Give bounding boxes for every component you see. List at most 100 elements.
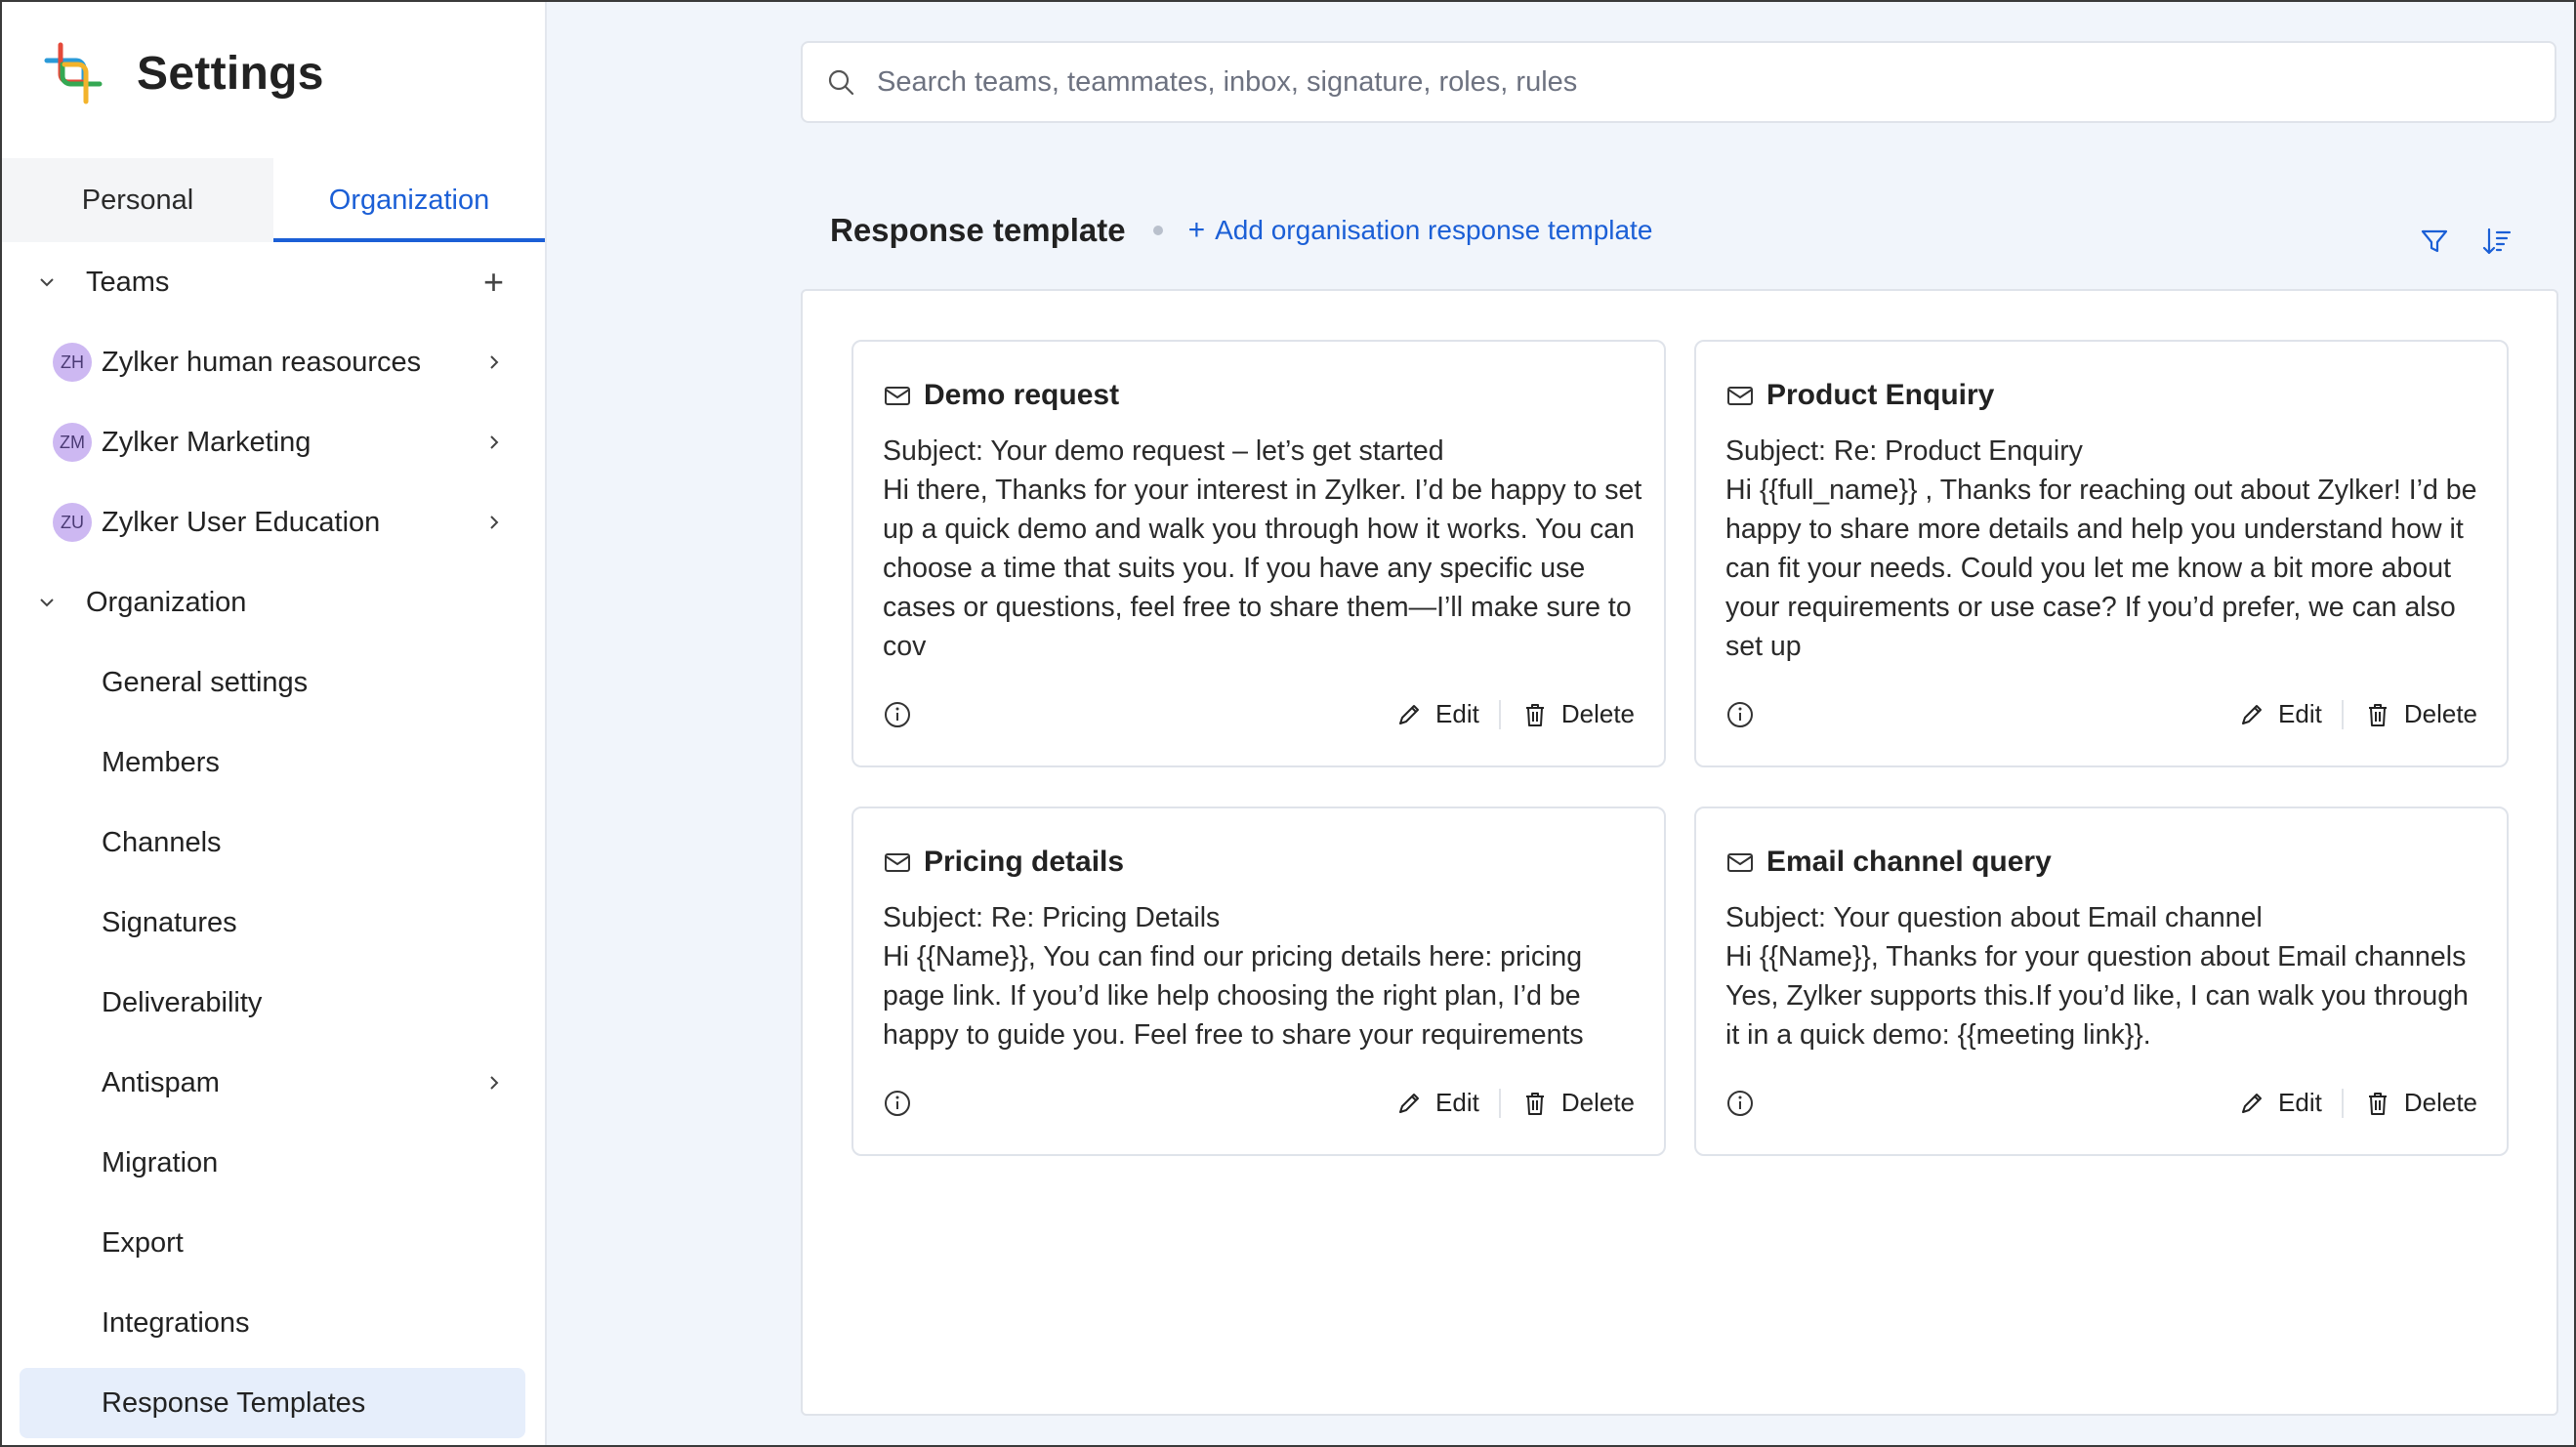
info-icon[interactable] <box>1725 1089 1755 1118</box>
template-card-product-enquiry[interactable]: Product Enquiry Subject: Re: Product Enq… <box>1694 340 2509 767</box>
pencil-icon <box>1399 704 1420 724</box>
brand: Settings <box>37 37 324 109</box>
chevron-down-icon <box>40 599 54 607</box>
search-input[interactable] <box>877 65 2439 99</box>
search-icon <box>828 69 854 96</box>
card-title-text: Email channel query <box>1766 846 2052 878</box>
edit-button[interactable]: Edit <box>1394 1088 1479 1118</box>
filter-icon[interactable] <box>2418 225 2451 258</box>
trash-icon <box>2368 1092 2387 1115</box>
delete-button[interactable]: Delete <box>1520 699 1635 729</box>
card-subject: Subject: Your demo request – let’s get s… <box>883 435 1444 467</box>
card-title: Pricing details <box>883 846 1124 879</box>
sidebar: Settings Personal Organization Teams + Z… <box>0 0 547 1447</box>
add-team-icon[interactable]: + <box>483 265 504 300</box>
delete-label: Delete <box>1560 699 1635 728</box>
sidebar-item-team-zh[interactable]: ZH Zylker human reasources <box>0 322 545 402</box>
card-actions: Edit Delete <box>1394 1088 1635 1118</box>
nav-label: Antispam <box>102 1066 220 1098</box>
organization-section-label: Organization <box>86 586 247 618</box>
card-footer: Edit Delete <box>883 699 1635 729</box>
action-divider <box>1498 699 1501 729</box>
card-actions: Edit Delete <box>2237 1088 2477 1118</box>
card-preview: Hi there, Thanks for your interest in Zy… <box>883 475 1642 662</box>
template-card-demo-request[interactable]: Demo request Subject: Your demo request … <box>852 340 1666 767</box>
add-template-link[interactable]: + Add organisation response template <box>1188 214 1653 247</box>
nav-label: Members <box>102 746 220 778</box>
teams-section-header[interactable]: Teams + <box>0 242 545 322</box>
trash-icon <box>1525 703 1544 726</box>
info-icon[interactable] <box>1725 700 1755 729</box>
chevron-down-icon <box>40 278 54 287</box>
delete-button[interactable]: Delete <box>2363 1088 2477 1118</box>
sidebar-item-channels[interactable]: Channels <box>0 803 545 883</box>
edit-button[interactable]: Edit <box>2237 699 2322 729</box>
title-separator-dot <box>1152 226 1163 235</box>
card-footer: Edit Delete <box>1725 699 2477 729</box>
sidebar-item-deliverability[interactable]: Deliverability <box>0 963 545 1043</box>
sidebar-item-general-settings[interactable]: General settings <box>0 642 545 723</box>
chevron-right-icon <box>490 355 499 369</box>
template-card-email-channel-query[interactable]: Email channel query Subject: Your questi… <box>1694 806 2509 1156</box>
card-title-text: Pricing details <box>924 846 1125 878</box>
add-template-label: Add organisation response template <box>1215 215 1653 245</box>
team-label: Zylker human reasources <box>102 346 422 378</box>
card-subject: Subject: Your question about Email chann… <box>1725 902 2263 933</box>
info-icon[interactable] <box>883 1089 912 1118</box>
delete-label: Delete <box>2403 699 2477 728</box>
team-avatar: ZH <box>53 343 92 382</box>
delete-button[interactable]: Delete <box>1520 1088 1635 1118</box>
card-title: Demo request <box>883 379 1119 412</box>
sidebar-item-team-zm[interactable]: ZM Zylker Marketing <box>0 402 545 482</box>
organization-section-header[interactable]: Organization <box>0 562 545 642</box>
card-title: Email channel query <box>1725 846 2052 879</box>
plus-icon: + <box>1187 214 1206 246</box>
sidebar-item-integrations[interactable]: Integrations <box>0 1283 545 1363</box>
edit-label: Edit <box>1435 1088 1479 1117</box>
info-icon[interactable] <box>883 700 912 729</box>
team-label: Zylker Marketing <box>102 426 312 458</box>
app-title: Settings <box>137 47 324 100</box>
edit-label: Edit <box>2278 699 2322 728</box>
settings-nav: Teams + ZH Zylker human reasources ZM Zy… <box>0 242 545 1438</box>
sort-icon[interactable] <box>2480 225 2514 258</box>
card-subject: Subject: Re: Product Enquiry <box>1725 435 2083 467</box>
card-body: Subject: Re: Pricing Details Hi {{Name}}… <box>883 898 1644 1054</box>
team-label: Zylker User Education <box>102 506 381 538</box>
sidebar-item-export[interactable]: Export <box>0 1203 545 1283</box>
sidebar-item-members[interactable]: Members <box>0 723 545 803</box>
chevron-right-icon <box>490 516 499 529</box>
card-preview: Hi {{Name}}, Thanks for your question ab… <box>1725 941 2469 1051</box>
mail-icon <box>1727 853 1753 872</box>
mail-icon <box>885 387 910 405</box>
delete-label: Delete <box>1560 1088 1635 1117</box>
edit-label: Edit <box>1435 699 1479 728</box>
delete-label: Delete <box>2403 1088 2477 1117</box>
pencil-icon <box>1399 1093 1420 1113</box>
pencil-icon <box>2242 1093 2263 1113</box>
sidebar-item-response-templates[interactable]: Response Templates <box>20 1368 525 1438</box>
edit-button[interactable]: Edit <box>2237 1088 2322 1118</box>
sidebar-item-antispam[interactable]: Antispam <box>0 1043 545 1123</box>
search-bar <box>801 41 2556 123</box>
trash-icon <box>1525 1092 1544 1115</box>
sidebar-item-team-zu[interactable]: ZU Zylker User Education <box>0 482 545 562</box>
template-card-pricing-details[interactable]: Pricing details Subject: Re: Pricing Det… <box>852 806 1666 1156</box>
sidebar-item-migration[interactable]: Migration <box>0 1123 545 1203</box>
action-divider <box>2341 699 2344 729</box>
edit-button[interactable]: Edit <box>1394 699 1479 729</box>
tab-personal[interactable]: Personal <box>2 158 273 242</box>
card-title: Product Enquiry <box>1725 379 1994 412</box>
card-preview: Hi {{full_name}} , Thanks for reaching o… <box>1725 475 2477 662</box>
delete-button[interactable]: Delete <box>2363 699 2477 729</box>
tab-organization[interactable]: Organization <box>273 158 545 242</box>
action-divider <box>2341 1088 2344 1118</box>
card-title-text: Product Enquiry <box>1766 379 1995 411</box>
sidebar-item-signatures[interactable]: Signatures <box>0 883 545 963</box>
page-title: Response template <box>830 212 1126 248</box>
edit-label: Edit <box>2278 1088 2322 1117</box>
card-footer: Edit Delete <box>1725 1088 2477 1118</box>
templates-panel: Demo request Subject: Your demo request … <box>801 289 2558 1416</box>
team-avatar: ZU <box>53 503 92 542</box>
app-logo-icon <box>44 42 103 104</box>
